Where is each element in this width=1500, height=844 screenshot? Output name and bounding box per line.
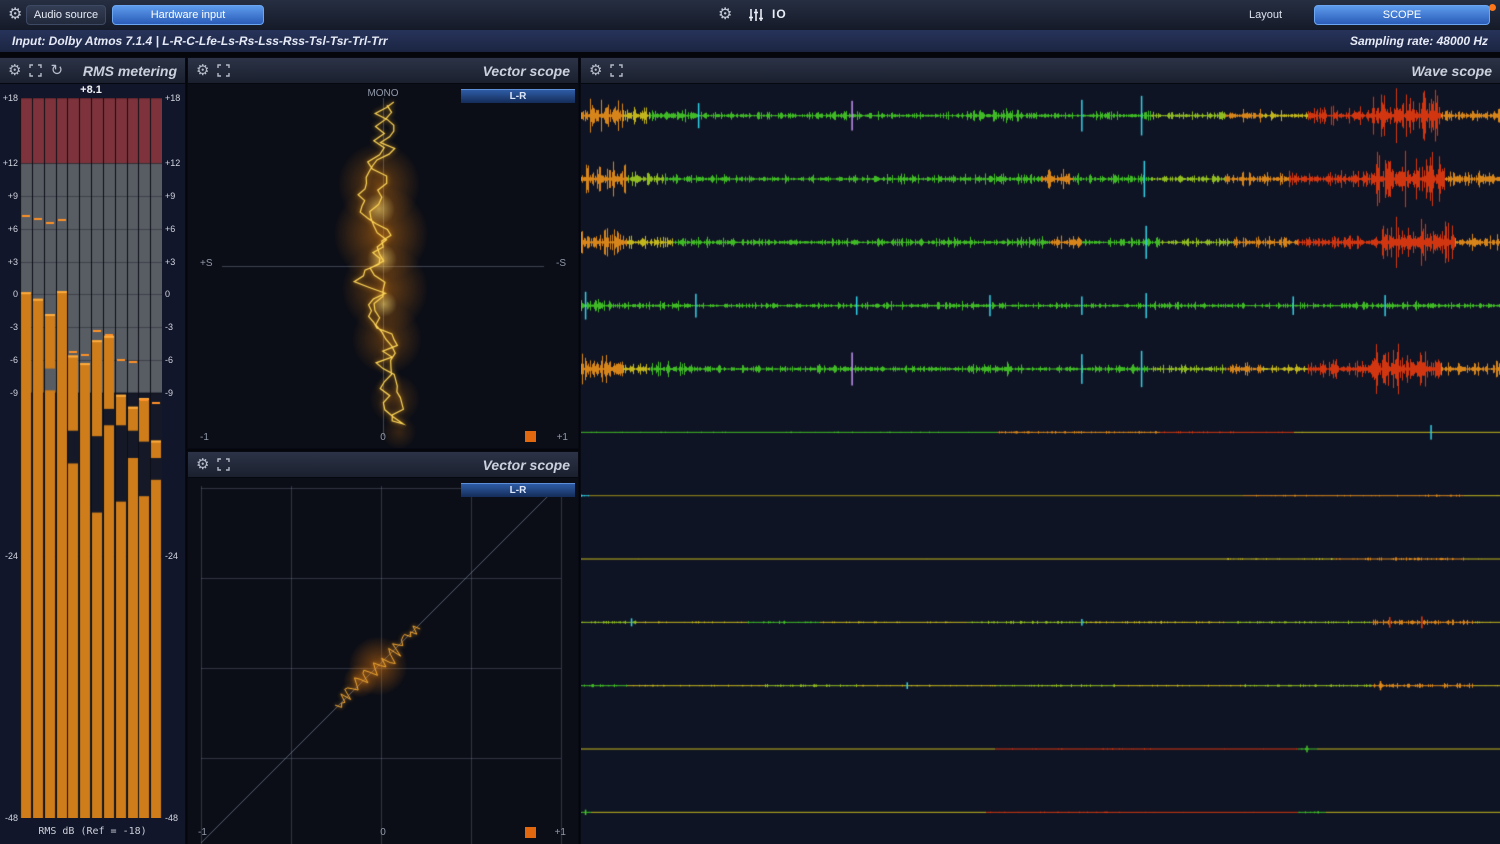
panel-title: Vector scope [483,63,570,79]
x-axis-max-label: +1 [555,827,566,838]
rms-unit-label: RMS dB (Ref = -18) [0,826,185,837]
scope-button[interactable]: SCOPE [1314,5,1490,25]
vector-scope-panel-bottom: ⚙ Vector scope -1 0 +1 L-R [188,452,578,844]
mixer-sliders-icon[interactable] [748,8,764,22]
preferences-gear-icon[interactable]: ⚙ [718,0,732,30]
fullscreen-icon[interactable] [29,64,42,77]
rms-scale-tick-left: +3 [1,257,18,267]
x-axis-min-label: -1 [200,432,209,443]
rms-scale-tick-right: -48 [165,813,185,823]
wave-scope-panel: ⚙ Wave scope [581,58,1500,844]
panel-title: Vector scope [483,457,570,473]
mono-axis-label: MONO [367,88,398,99]
settings-gear-icon[interactable]: ⚙ [8,0,22,30]
plus-s-axis-label: +S [200,258,213,269]
reset-refresh-icon[interactable]: ↻ [50,63,63,78]
panel-gear-icon[interactable]: ⚙ [196,457,209,472]
vector-scope-body: MONO +S -S -1 0 +1 L-R [188,84,578,448]
rms-scale-tick-left: -6 [1,355,18,365]
rms-peak-readout: +8.1 [20,84,162,96]
rms-scale-tick-right: +6 [165,224,185,234]
rms-scale-tick-right: +9 [165,191,185,201]
panel-gear-icon[interactable]: ⚙ [196,63,209,78]
rms-scale-tick-left: +9 [1,191,18,201]
rms-scale-tick-right: -3 [165,322,185,332]
info-bar: Input: Dolby Atmos 7.1.4 | L-R-C-Lfe-Ls-… [0,30,1500,52]
wave-scope-body [581,84,1500,844]
channel-pair-selector[interactable]: L-R [461,483,575,497]
vector-scope-display [188,84,578,448]
rms-scale-tick-left: +6 [1,224,18,234]
rms-metering-panel: ⚙ ↻ RMS metering +8.1 +18 +18 +12 +12 +9 +9 +6… [0,58,185,844]
vector-scope-header: ⚙ Vector scope [188,452,578,478]
input-format-label: Input: Dolby Atmos 7.1.4 | L-R-C-Lfe-Ls-… [12,34,388,48]
channel-pair-selector[interactable]: L-R [461,89,575,103]
vector-scope-body: -1 0 +1 L-R [188,478,578,844]
rms-scale-tick-left: -3 [1,322,18,332]
rms-scale-tick-left: -24 [1,551,18,561]
rms-panel-header: ⚙ ↻ RMS metering [0,58,185,84]
layout-button[interactable]: Layout [1249,0,1282,30]
rms-meter-bars [20,98,162,818]
x-axis-zero-label: 0 [380,827,386,838]
rms-panel-body: +8.1 +18 +18 +12 +12 +9 +9 +6 +6 +3 +3 0 0 -3 -3 -6 -6 -… [0,84,185,844]
status-dot [1489,4,1496,11]
rms-scale-tick-left: +18 [1,93,18,103]
analyzer-app-window: ⚙ Audio source Hardware input ⚙ IO Layou… [0,0,1500,844]
panel-title: Wave scope [1411,63,1492,79]
rms-scale-tick-left: -48 [1,813,18,823]
level-indicator-square [525,431,536,442]
rms-scale-tick-right: +18 [165,93,185,103]
hardware-input-button[interactable]: Hardware input [112,5,264,25]
wave-scope-header: ⚙ Wave scope [581,58,1500,84]
panel-title: RMS metering [83,63,177,79]
wave-scope-display [581,84,1500,844]
rms-scale-tick-left: 0 [1,289,18,299]
top-toolbar: ⚙ Audio source Hardware input ⚙ IO Layou… [0,0,1500,30]
fullscreen-icon[interactable] [217,458,230,471]
level-indicator-square [525,827,536,838]
rms-scale-tick-right: 0 [165,289,185,299]
x-axis-max-label: +1 [557,432,568,443]
panel-gear-icon[interactable]: ⚙ [8,63,21,78]
rms-scale-tick-right: +12 [165,158,185,168]
io-routing-icon[interactable]: IO [772,7,787,21]
rms-scale-tick-right: -24 [165,551,185,561]
x-axis-zero-label: 0 [380,432,386,443]
rms-scale-tick-right: -9 [165,388,185,398]
vector-scope-display [188,478,578,844]
audio-source-button[interactable]: Audio source [26,5,106,25]
vector-scope-header: ⚙ Vector scope [188,58,578,84]
rms-scale-tick-right: +3 [165,257,185,267]
sampling-rate-label: Sampling rate: 48000 Hz [1350,34,1488,48]
rms-scale-tick-left: +12 [1,158,18,168]
minus-s-axis-label: -S [556,258,566,269]
x-axis-min-label: -1 [198,827,207,838]
rms-scale-tick-left: -9 [1,388,18,398]
rms-scale-tick-right: -6 [165,355,185,365]
fullscreen-icon[interactable] [610,64,623,77]
panel-gear-icon[interactable]: ⚙ [589,63,602,78]
vector-scope-panel-top: ⚙ Vector scope MONO +S -S -1 0 +1 L-R [188,58,578,448]
fullscreen-icon[interactable] [217,64,230,77]
